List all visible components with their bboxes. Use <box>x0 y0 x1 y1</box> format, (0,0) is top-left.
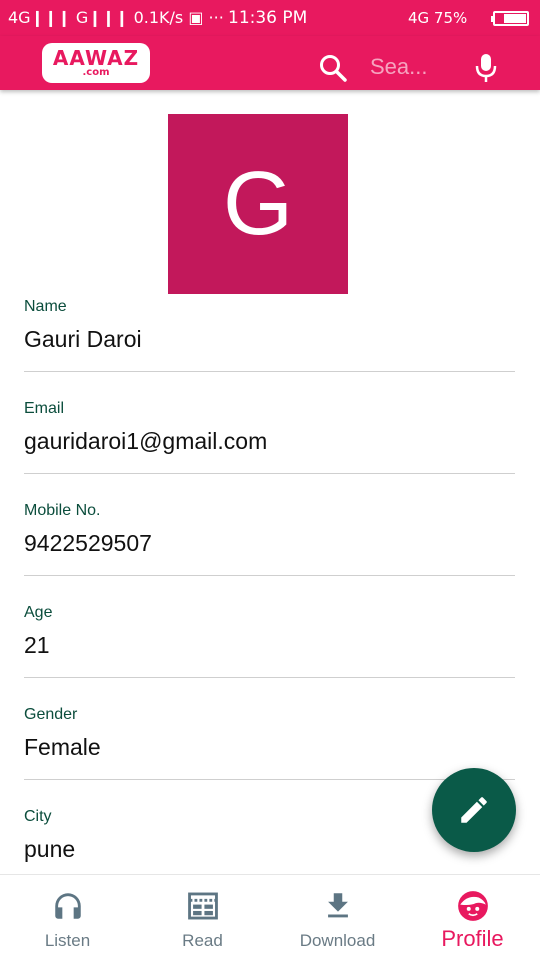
field-label: Email <box>24 400 65 417</box>
avatar: G <box>168 114 348 294</box>
divider <box>24 371 515 372</box>
field-value: gauridaroi1@gmail.com <box>24 428 268 454</box>
nav-label: Download <box>299 931 376 950</box>
logo-domain: .com <box>82 67 110 78</box>
nav-item-download[interactable]: Download <box>270 875 405 960</box>
status-bar-battery-text: 4G 75% <box>408 9 468 27</box>
field-value: Female <box>24 734 101 760</box>
download-icon <box>327 893 348 918</box>
battery-icon <box>491 11 529 26</box>
divider <box>24 677 515 678</box>
field-label: Name <box>24 298 67 315</box>
status-bar: 4G❙❙❙ G❙❙❙ 0.1K/s ▣ ··· 11:36 PM 4G 75% <box>0 0 540 36</box>
nav-label: Profile <box>441 926 504 951</box>
logo-text: AAWAZ <box>52 46 140 70</box>
app-bar: AAWAZ .com Sea... <box>0 36 540 90</box>
nav-label: Listen <box>44 931 91 950</box>
divider <box>24 473 515 474</box>
field-value: Gauri Daroi <box>24 326 142 352</box>
field-label: City <box>24 808 52 825</box>
headphones-icon <box>54 893 81 919</box>
search-icon[interactable] <box>318 53 348 83</box>
mic-icon[interactable] <box>472 52 500 84</box>
nav-item-listen[interactable]: Listen <box>0 875 135 960</box>
nav-label: Read <box>182 931 223 950</box>
search-input[interactable]: Sea... <box>370 54 427 80</box>
status-bar-network: 4G❙❙❙ G❙❙❙ 0.1K/s ▣ ··· <box>8 8 224 27</box>
status-bar-time: 11:36 PM <box>228 8 308 28</box>
newspaper-icon <box>187 892 218 920</box>
nav-item-read[interactable]: Read <box>135 875 270 960</box>
edit-profile-button[interactable] <box>432 768 516 852</box>
avatar-letter: G <box>222 153 293 254</box>
bottom-navigation: Listen Read Download Profile <box>0 874 540 960</box>
pencil-icon <box>461 797 487 823</box>
divider <box>24 575 515 576</box>
app-logo[interactable]: AAWAZ .com <box>42 43 150 83</box>
divider <box>24 779 515 780</box>
field-label: Gender <box>24 706 78 723</box>
field-value: 21 <box>24 632 50 658</box>
field-label: Mobile No. <box>24 502 101 519</box>
field-value: pune <box>24 836 76 862</box>
profile-face-icon <box>457 891 488 921</box>
nav-item-profile[interactable]: Profile <box>405 875 540 960</box>
field-value: 9422529507 <box>24 530 152 556</box>
field-label: Age <box>24 604 53 621</box>
battery-level <box>503 14 526 23</box>
